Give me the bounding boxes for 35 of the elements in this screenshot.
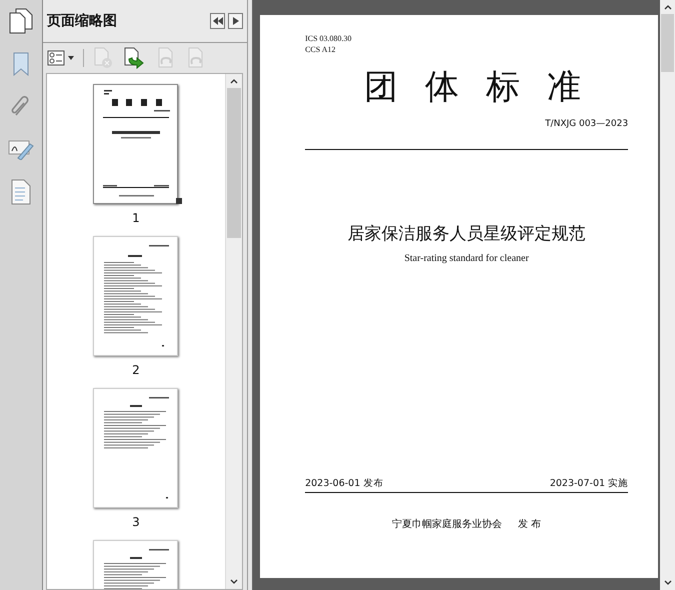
panel-title: 页面缩略图 — [46, 12, 118, 30]
right-arrow-icon — [232, 17, 239, 25]
document-title: 居家保洁服务人员星级评定规范 — [346, 223, 587, 245]
page-thumbnail[interactable] — [93, 236, 178, 356]
heading-character: 体 — [425, 67, 460, 107]
effective-date: 2023-07-01 实施 — [550, 477, 628, 490]
ics-code: ICS 03.080.30 — [305, 33, 353, 44]
bookmark-icon[interactable] — [12, 52, 30, 76]
expand-panel-button[interactable] — [228, 13, 244, 29]
page-number: 2 — [132, 363, 140, 377]
heading-character: 标 — [486, 67, 520, 107]
page-number: 1 — [132, 211, 140, 225]
options-icon — [46, 50, 75, 66]
standard-number: T/NXJG 003—2023 — [545, 119, 628, 129]
signature-pen-icon[interactable] — [8, 138, 34, 160]
document-subtitle: Star-rating standard for cleaner — [403, 253, 530, 264]
delete-page-icon — [92, 47, 114, 69]
panel-splitter[interactable] — [247, 0, 254, 590]
page-thumbnail[interactable] — [93, 388, 178, 508]
collapse-panel-button[interactable] — [210, 13, 226, 29]
insert-page-icon — [122, 47, 146, 69]
heading-character: 准 — [547, 67, 582, 107]
publish-label: 发 布 — [518, 518, 542, 531]
options-button[interactable] — [46, 50, 75, 66]
page-icon[interactable] — [10, 179, 31, 205]
issue-date: 2023-06-01 发布 — [305, 477, 384, 490]
page-tool-button[interactable] — [122, 47, 146, 69]
page-number: 3 — [132, 515, 140, 529]
ccs-code: CCS A12 — [305, 44, 337, 55]
scrollbar-thumb[interactable] — [661, 14, 674, 72]
heading-character: 团 — [364, 67, 398, 107]
scrollbar-thumb[interactable] — [227, 88, 242, 238]
pages-icon[interactable] — [8, 8, 33, 34]
publisher-name: 宁夏巾帼家庭服务业协会 — [392, 518, 502, 531]
double-left-arrow-icon — [212, 17, 223, 25]
